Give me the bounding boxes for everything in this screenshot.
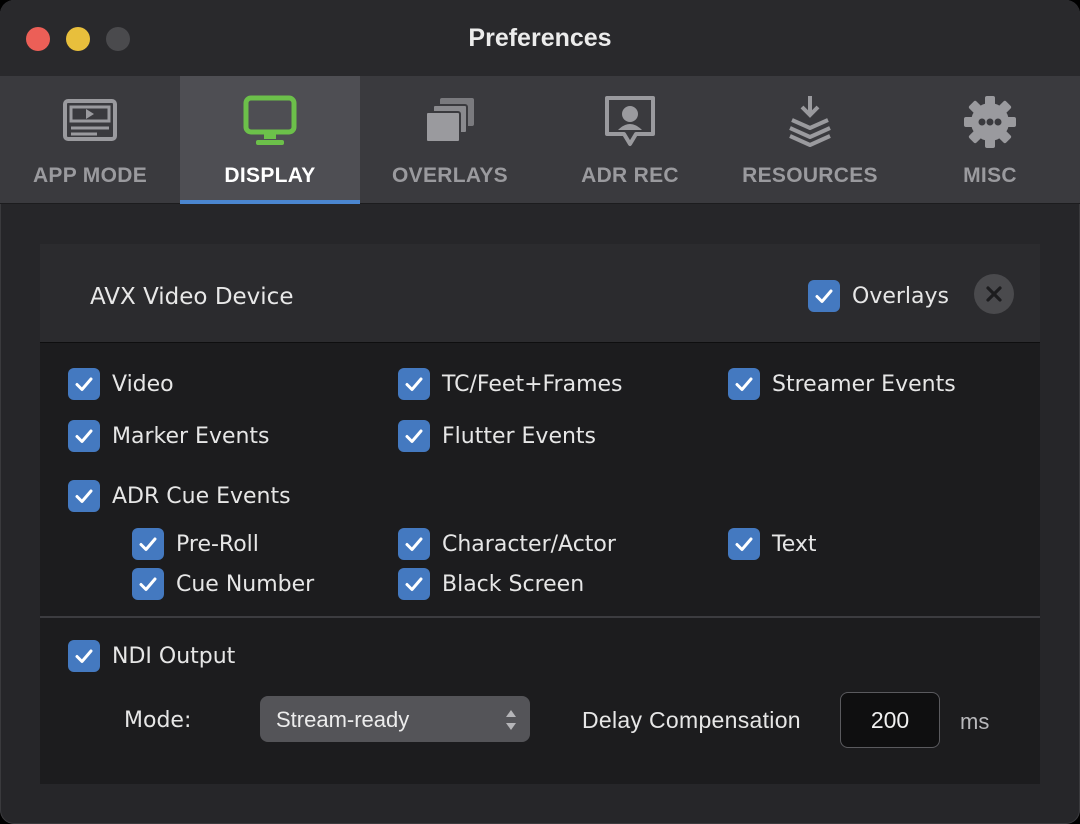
streamer-events-checkbox[interactable]	[728, 368, 760, 400]
pre-roll-option[interactable]: Pre-Roll	[132, 528, 259, 560]
window-title: Preferences	[468, 24, 612, 52]
close-icon	[986, 286, 1002, 302]
checkmark-icon	[75, 649, 93, 663]
display-icon	[243, 95, 297, 145]
video-label: Video	[112, 371, 174, 397]
video-option[interactable]: Video	[68, 368, 174, 400]
video-checkbox[interactable]	[68, 368, 100, 400]
text-checkbox[interactable]	[728, 528, 760, 560]
delay-compensation-label: Delay Compensation	[582, 707, 801, 733]
checkmark-icon	[735, 377, 753, 391]
streamer-events-option[interactable]: Streamer Events	[728, 368, 956, 400]
tab-resources[interactable]: RESOURCES	[720, 76, 900, 204]
black-screen-label: Black Screen	[442, 571, 585, 597]
text-option[interactable]: Text	[728, 528, 817, 560]
tab-app-mode[interactable]: APP MODE	[0, 76, 180, 204]
black-screen-option[interactable]: Black Screen	[398, 568, 584, 600]
checkmark-icon	[815, 289, 833, 303]
app-mode-icon	[63, 99, 117, 141]
checkmark-icon	[405, 537, 423, 551]
overlays-checkbox-row[interactable]: Overlays	[808, 280, 949, 312]
tab-display[interactable]: DISPLAY	[180, 76, 360, 204]
checkmark-icon	[139, 577, 157, 591]
adr-cue-events-checkbox[interactable]	[68, 480, 100, 512]
checkmark-icon	[405, 577, 423, 591]
mode-label: Mode:	[124, 708, 192, 733]
tab-adr-rec[interactable]: ADR REC	[540, 76, 720, 204]
tc-feet-frames-option[interactable]: TC/Feet+Frames	[398, 368, 623, 400]
ndi-output-checkbox[interactable]	[68, 640, 100, 672]
tab-label: APP MODE	[32, 164, 148, 187]
mode-select-value: Stream-ready	[276, 707, 410, 732]
character-actor-checkbox[interactable]	[398, 528, 430, 560]
streamer-events-label: Streamer Events	[772, 371, 956, 397]
checkmark-icon	[405, 377, 423, 391]
checkmark-icon	[75, 489, 93, 503]
checkmark-icon	[735, 537, 753, 551]
tab-overlays[interactable]: OVERLAYS	[360, 76, 540, 204]
mode-select[interactable]: Stream-ready	[260, 696, 530, 742]
black-screen-checkbox[interactable]	[398, 568, 430, 600]
device-name: AVX Video Device	[90, 284, 294, 310]
adr-cue-events-label: ADR Cue Events	[112, 483, 291, 509]
tab-label: ADR REC	[581, 164, 679, 187]
ndi-output-label: NDI Output	[112, 643, 236, 669]
flutter-events-option[interactable]: Flutter Events	[398, 420, 596, 452]
ndi-output-option[interactable]: NDI Output	[68, 640, 235, 672]
adr-rec-icon	[605, 96, 655, 146]
marker-events-option[interactable]: Marker Events	[68, 420, 270, 452]
up-down-arrows-icon	[506, 710, 516, 730]
gear-icon	[964, 96, 1016, 148]
section-divider	[40, 616, 1040, 618]
tab-misc[interactable]: MISC	[900, 76, 1080, 204]
tc-feet-frames-checkbox[interactable]	[398, 368, 430, 400]
tc-feet-frames-label: TC/Feet+Frames	[442, 371, 623, 397]
cue-number-label: Cue Number	[176, 571, 315, 597]
remove-device-button[interactable]	[974, 274, 1014, 314]
checkmark-icon	[75, 377, 93, 391]
flutter-events-checkbox[interactable]	[398, 420, 430, 452]
flutter-events-label: Flutter Events	[442, 423, 597, 449]
text-label: Text	[772, 531, 817, 557]
cue-number-checkbox[interactable]	[132, 568, 164, 600]
title-bar: Preferences	[0, 0, 1080, 76]
character-actor-label: Character/Actor	[442, 531, 616, 557]
adr-cue-events-option[interactable]: ADR Cue Events	[68, 480, 291, 512]
character-actor-option[interactable]: Character/Actor	[398, 528, 616, 560]
pre-roll-checkbox[interactable]	[132, 528, 164, 560]
pre-roll-label: Pre-Roll	[176, 531, 259, 557]
preferences-window: Preferences APP MODE DISPLAY OVERLAYS AD…	[0, 0, 1080, 824]
overlays-checkbox[interactable]	[808, 280, 840, 312]
marker-events-checkbox[interactable]	[68, 420, 100, 452]
overlays-label: Overlays	[852, 283, 949, 309]
tab-label: MISC	[963, 164, 1017, 187]
checkmark-icon	[405, 429, 423, 443]
delay-unit-label: ms	[960, 709, 990, 734]
resources-icon	[789, 96, 831, 147]
marker-events-label: Marker Events	[112, 423, 270, 449]
checkmark-icon	[139, 537, 157, 551]
overlays-icon	[425, 98, 474, 143]
tab-label: RESOURCES	[742, 164, 878, 187]
device-header: AVX Video Device Overlays	[40, 244, 1040, 343]
preferences-toolbar: APP MODE DISPLAY OVERLAYS ADR REC RESOUR…	[0, 76, 1080, 204]
tab-label: OVERLAYS	[392, 164, 508, 187]
display-device-panel: AVX Video Device Overlays Video TC/Feet+…	[40, 244, 1040, 784]
checkmark-icon	[75, 429, 93, 443]
tab-label: DISPLAY	[224, 164, 316, 187]
delay-compensation-input[interactable]	[840, 692, 940, 748]
cue-number-option[interactable]: Cue Number	[132, 568, 314, 600]
